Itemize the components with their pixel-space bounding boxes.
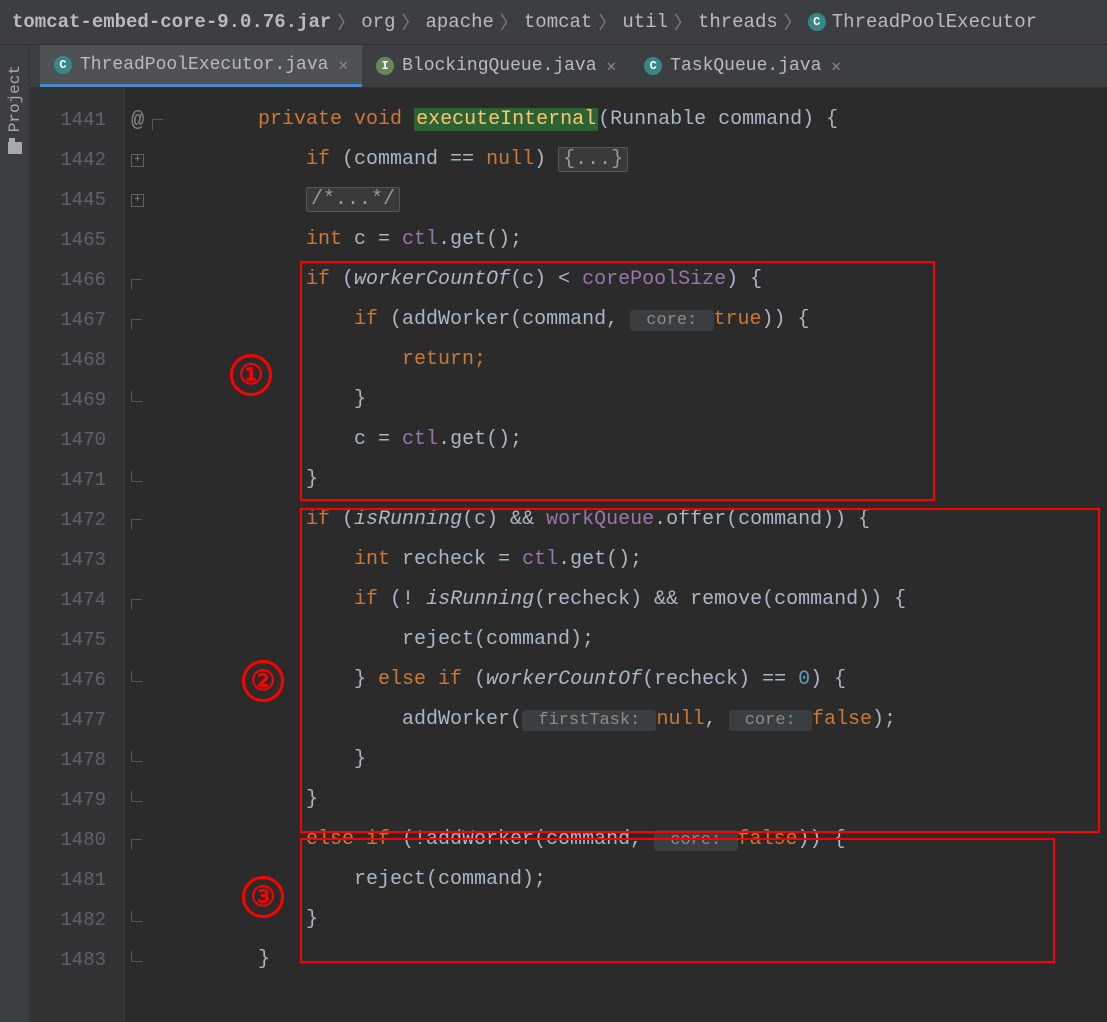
sidebar-tool-project[interactable]: Project [0,45,30,1022]
line-number: 1469 [30,380,124,420]
line-number: 1466 [30,260,124,300]
editor-tabs: C ThreadPoolExecutor.java ✕ I BlockingQu… [30,45,1107,88]
chevron-right-icon: 〉 [674,9,692,35]
code-content[interactable]: private void executeInternal(Runnable co… [200,88,1107,1022]
close-icon[interactable]: ✕ [831,56,841,76]
breadcrumb-util[interactable]: util [622,11,668,33]
code-editor[interactable]: 1441 1442 1445 1465 1466 1467 1468 1469 … [30,88,1107,1022]
override-icon: @ [131,108,144,133]
sidebar-label: Project [6,65,24,132]
fold-gutter: @ + + [125,88,200,1022]
highlighted-method: executeInternal [414,108,598,131]
line-number: 1468 [30,340,124,380]
fold-close-icon[interactable] [131,391,142,402]
line-number: 1474 [30,580,124,620]
line-number: 1472 [30,500,124,540]
tab-threadpoolexecutor[interactable]: C ThreadPoolExecutor.java ✕ [40,45,362,87]
interface-icon: I [376,57,394,75]
fold-expand-icon[interactable]: + [131,154,144,167]
line-number: 1476 [30,660,124,700]
chevron-right-icon: 〉 [598,9,616,35]
chevron-right-icon: 〉 [337,9,355,35]
fold-close-icon[interactable] [131,671,142,682]
line-number: 1478 [30,740,124,780]
param-hint: core: [654,830,737,851]
breadcrumb: tomcat-embed-core-9.0.76.jar 〉 org 〉 apa… [0,0,1107,45]
line-number: 1441 [30,100,124,140]
folded-block[interactable]: {...} [558,147,628,172]
class-icon: C [54,56,72,74]
breadcrumb-class-label: ThreadPoolExecutor [832,11,1037,33]
line-number: 1471 [30,460,124,500]
breadcrumb-class[interactable]: C ThreadPoolExecutor [808,11,1037,33]
fold-open-icon[interactable] [131,599,142,610]
fold-close-icon[interactable] [131,911,142,922]
line-number: 1465 [30,220,124,260]
fold-open-icon[interactable] [131,519,142,530]
chevron-right-icon: 〉 [401,9,419,35]
fold-close-icon[interactable] [131,791,142,802]
tab-label: ThreadPoolExecutor.java [80,55,328,75]
line-number: 1470 [30,420,124,460]
fold-open-icon[interactable] [152,119,163,130]
folded-comment[interactable]: /*...*/ [306,187,400,212]
line-number: 1483 [30,940,124,980]
fold-close-icon[interactable] [131,951,142,962]
class-icon: C [644,57,662,75]
fold-open-icon[interactable] [131,839,142,850]
fold-close-icon[interactable] [131,471,142,482]
line-number: 1467 [30,300,124,340]
breadcrumb-root[interactable]: tomcat-embed-core-9.0.76.jar [12,11,331,33]
line-number: 1445 [30,180,124,220]
chevron-right-icon: 〉 [784,9,802,35]
line-number: 1477 [30,700,124,740]
breadcrumb-tomcat[interactable]: tomcat [524,11,592,33]
breadcrumb-org[interactable]: org [361,11,395,33]
tab-blockingqueue[interactable]: I BlockingQueue.java ✕ [362,45,630,87]
line-number: 1479 [30,780,124,820]
line-number: 1481 [30,860,124,900]
close-icon[interactable]: ✕ [338,55,348,75]
line-number: 1475 [30,620,124,660]
fold-close-icon[interactable] [131,751,142,762]
tab-label: TaskQueue.java [670,56,821,76]
tab-taskqueue[interactable]: C TaskQueue.java ✕ [630,45,855,87]
line-number-gutter: 1441 1442 1445 1465 1466 1467 1468 1469 … [30,88,125,1022]
folder-icon [8,142,22,154]
fold-expand-icon[interactable]: + [131,194,144,207]
line-number: 1473 [30,540,124,580]
line-number: 1480 [30,820,124,860]
class-icon: C [808,13,826,31]
line-number: 1442 [30,140,124,180]
line-number: 1482 [30,900,124,940]
chevron-right-icon: 〉 [500,9,518,35]
breadcrumb-threads[interactable]: threads [698,11,778,33]
tab-label: BlockingQueue.java [402,56,596,76]
param-hint: core: [729,710,812,731]
breadcrumb-apache[interactable]: apache [425,11,493,33]
fold-open-icon[interactable] [131,279,142,290]
param-hint: firstTask: [522,710,656,731]
fold-open-icon[interactable] [131,319,142,330]
close-icon[interactable]: ✕ [607,56,617,76]
param-hint: core: [630,310,713,331]
